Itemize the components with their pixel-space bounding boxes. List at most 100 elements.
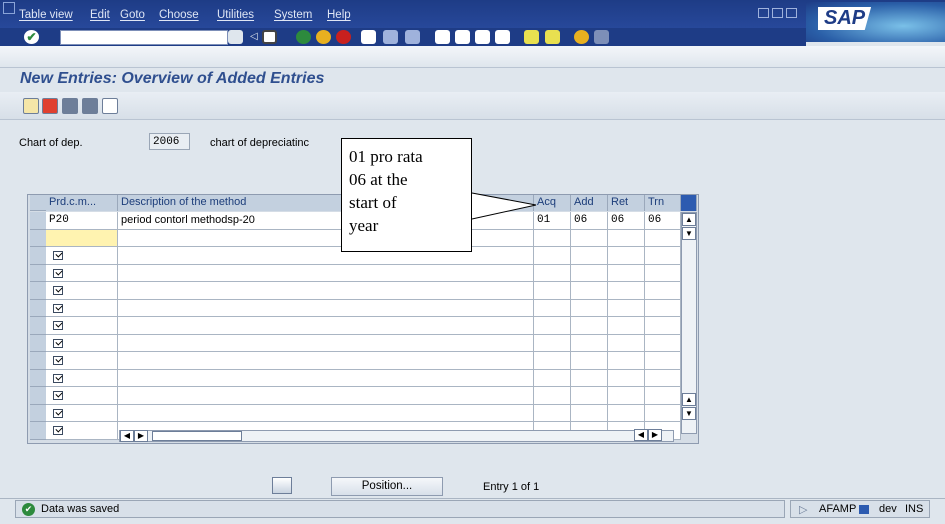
table-cell[interactable] [608,352,645,370]
table-cell[interactable] [608,282,645,300]
table-cell[interactable] [608,264,645,282]
table-cell[interactable] [645,404,681,422]
table-cell[interactable] [534,264,571,282]
table-cell[interactable] [645,352,681,370]
scroll-right-icon[interactable]: ▶ [134,430,148,442]
table-cell[interactable] [118,352,534,370]
table-cell[interactable] [645,282,681,300]
row-selector[interactable] [30,212,46,230]
find-icon[interactable] [383,30,398,44]
table-cell[interactable] [645,229,681,247]
table-cell[interactable] [118,282,534,300]
position-icon[interactable] [272,477,292,494]
scroll-up-icon[interactable]: ▲ [682,213,696,226]
table-cell[interactable] [118,299,534,317]
command-field[interactable] [60,30,228,45]
column-scroll-left-icon[interactable]: ◀ [634,429,648,441]
row-selector[interactable] [30,404,46,422]
row-selector[interactable] [30,264,46,282]
table-cell[interactable] [571,264,608,282]
row-selector[interactable] [30,229,46,247]
table-cell[interactable] [571,247,608,265]
menu-help[interactable]: Help [327,9,351,21]
row-selector[interactable] [30,422,46,440]
table-cell[interactable] [571,229,608,247]
first-page-icon[interactable] [435,30,450,44]
minimize-icon[interactable] [758,8,769,18]
scroll-down-bottom-icon[interactable]: ▼ [682,407,696,420]
system-menu-icon[interactable] [3,2,15,14]
column-header-trn[interactable]: Trn [645,195,681,211]
new-entry-input[interactable] [46,229,118,247]
table-cell[interactable] [534,334,571,352]
row-selector[interactable] [30,369,46,387]
table-cell[interactable] [534,352,571,370]
chart-of-dep-field[interactable]: 2006 [149,133,190,150]
table-cell[interactable] [534,317,571,335]
row-checkbox-icon[interactable] [53,268,63,278]
table-cell[interactable]: 06 [608,212,645,230]
table-cell[interactable] [118,404,534,422]
table-cell[interactable] [645,299,681,317]
cancel-icon[interactable] [336,30,351,44]
table-cell[interactable] [571,317,608,335]
row-checkbox-icon[interactable] [53,251,63,260]
column-header-add[interactable]: Add [571,195,608,211]
row-selector[interactable] [30,387,46,405]
menu-edit[interactable]: Edit [90,9,110,21]
table-cell[interactable]: 06 [645,212,681,230]
column-header-prd[interactable]: Prd.c.m... [46,195,118,211]
row-selector[interactable] [30,299,46,317]
row-checkbox-icon[interactable] [53,303,63,313]
find-next-icon[interactable] [405,30,420,44]
table-cell[interactable] [608,387,645,405]
row-checkbox-icon[interactable] [53,373,63,383]
select-all-cell[interactable] [30,195,46,211]
row-selector[interactable] [30,317,46,335]
vertical-scrollbar[interactable]: ▲ ▼ ▲ ▼ [681,212,697,434]
row-checkbox-icon[interactable] [53,338,63,348]
table-cell[interactable] [608,369,645,387]
table-cell[interactable] [645,334,681,352]
table-cell[interactable] [534,369,571,387]
select-all-icon[interactable] [102,98,118,114]
help-icon[interactable] [574,30,589,44]
delete-icon[interactable] [42,98,58,114]
row-selector[interactable] [30,334,46,352]
column-scroll-right-icon[interactable]: ▶ [648,429,662,441]
scroll-thumb[interactable] [152,431,242,441]
system-info-icon[interactable] [859,505,869,514]
close-icon[interactable] [786,8,797,18]
table-cell[interactable] [608,247,645,265]
row-selector[interactable] [30,282,46,300]
table-cell[interactable] [571,352,608,370]
menu-utilities[interactable]: Utilities [217,9,254,21]
next-entry-icon[interactable] [82,98,98,114]
table-cell[interactable] [534,404,571,422]
table-cell[interactable] [645,247,681,265]
table-cell[interactable] [534,247,571,265]
back-icon[interactable] [296,30,311,44]
scroll-up-bottom-icon[interactable]: ▲ [682,393,696,406]
table-cell[interactable] [534,229,571,247]
table-cell[interactable]: P20 [46,212,118,230]
table-cell[interactable] [608,404,645,422]
layout-menu-icon[interactable] [594,30,609,44]
table-cell[interactable] [534,282,571,300]
table-cell[interactable] [118,387,534,405]
horizontal-scrollbar[interactable]: ◀ ▶ [119,430,674,442]
table-cell[interactable] [645,387,681,405]
table-cell[interactable] [571,282,608,300]
expand-triangle-icon[interactable]: ▷ [799,503,807,516]
table-cell[interactable] [645,264,681,282]
table-cell[interactable] [118,317,534,335]
table-cell[interactable] [645,369,681,387]
row-checkbox-icon[interactable] [53,356,63,365]
shortcut-icon[interactable] [545,30,560,44]
enter-icon[interactable]: ✔ [24,30,39,44]
table-cell[interactable] [608,334,645,352]
table-cell[interactable] [571,404,608,422]
table-cell[interactable] [118,334,534,352]
menu-choose[interactable]: Choose [159,9,199,21]
position-button[interactable]: Position... [331,477,443,496]
